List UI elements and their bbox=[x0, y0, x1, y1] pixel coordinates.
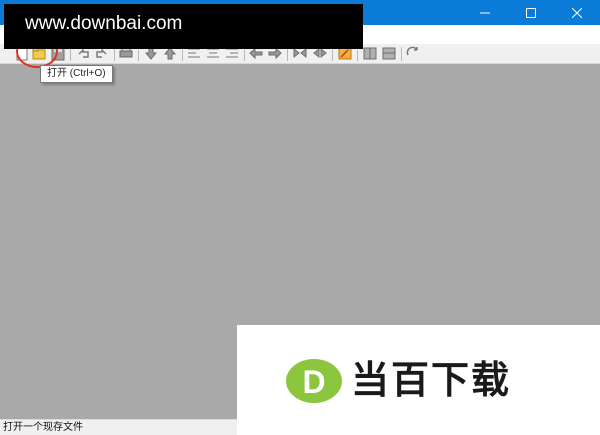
minimize-button[interactable] bbox=[462, 0, 508, 25]
split-icon[interactable] bbox=[381, 46, 397, 61]
toolbar-separator bbox=[244, 47, 245, 61]
toolbar-separator bbox=[401, 47, 402, 61]
status-text: 打开一个现存文件 bbox=[3, 422, 83, 433]
toolbar-separator bbox=[182, 47, 183, 61]
watermark-logo-block: D 当百下载 bbox=[237, 325, 600, 435]
toolbar-separator bbox=[287, 47, 288, 61]
minimize-icon bbox=[480, 12, 490, 13]
merge-icon[interactable] bbox=[362, 46, 378, 61]
watermark-url: www.downbai.com bbox=[25, 13, 183, 34]
maximize-icon bbox=[526, 7, 536, 18]
toolbar-separator bbox=[70, 47, 71, 61]
toolbar-separator bbox=[114, 47, 115, 61]
maximize-button[interactable] bbox=[508, 0, 554, 25]
watermark-banner: www.downbai.com bbox=[4, 4, 363, 49]
close-button[interactable] bbox=[554, 0, 600, 25]
toolbar-separator bbox=[332, 47, 333, 61]
close-icon bbox=[572, 7, 582, 18]
toolbar-separator bbox=[357, 47, 358, 61]
tooltip: 打开 (Ctrl+O) bbox=[40, 65, 113, 83]
toolbar-separator bbox=[138, 47, 139, 61]
downbai-logo-icon: D bbox=[286, 359, 342, 403]
refresh-icon[interactable] bbox=[405, 46, 421, 61]
watermark-brand: 当百下载 bbox=[351, 358, 512, 402]
window-controls bbox=[462, 0, 600, 25]
logo-letter: D bbox=[302, 364, 325, 400]
